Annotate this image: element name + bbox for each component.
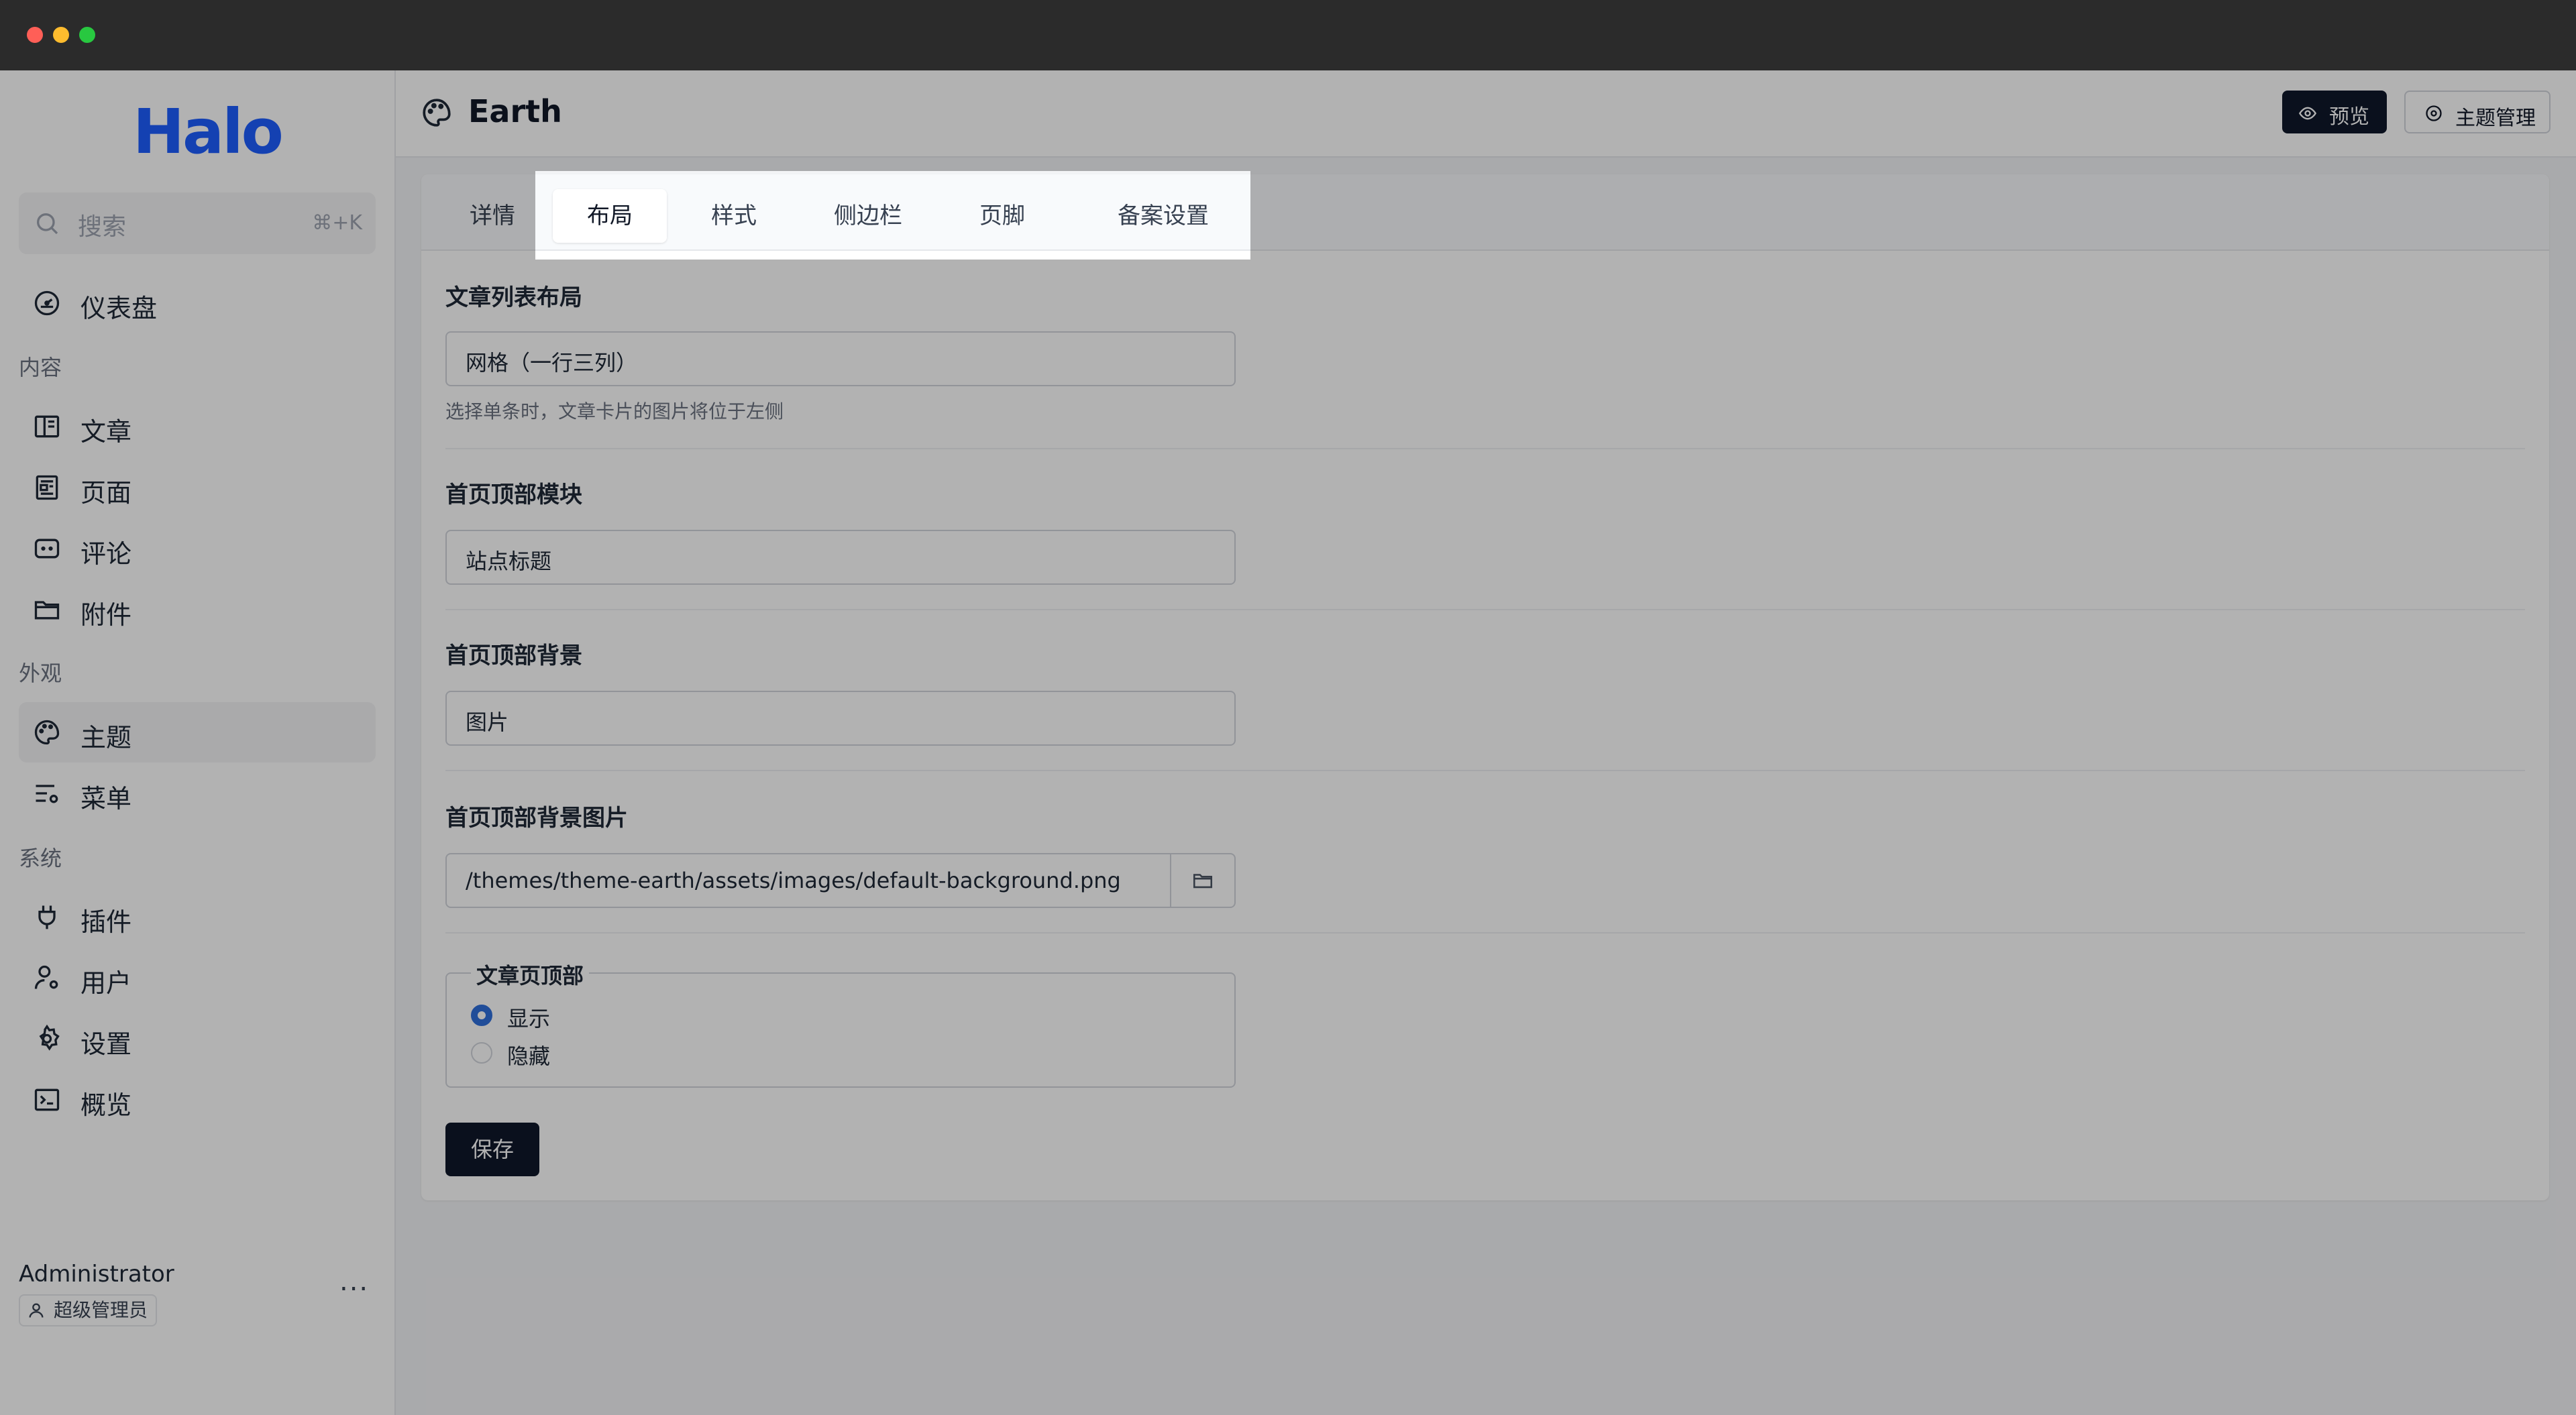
- tab-footer[interactable]: 页脚: [955, 189, 1049, 243]
- window-titlebar: [0, 0, 2576, 70]
- overlay-left: [0, 171, 535, 260]
- overlay-bottom: [0, 260, 2576, 1415]
- tab-style[interactable]: 样式: [687, 189, 781, 243]
- tab-sidebar[interactable]: 侧边栏: [821, 189, 915, 243]
- overlay-right: [1250, 171, 2576, 260]
- tab-icp-settings[interactable]: 备案设置: [1089, 189, 1237, 243]
- app-window: Halo 搜索 ⌘+K 仪表盘 内容 文章 页面 评论 附件 外观 主题 菜单 …: [0, 0, 2576, 1415]
- close-window-button[interactable]: [27, 27, 43, 43]
- tab-layout[interactable]: 布局: [553, 189, 667, 243]
- maximize-window-button[interactable]: [79, 27, 95, 43]
- minimize-window-button[interactable]: [53, 27, 69, 43]
- overlay-top: [0, 70, 2576, 171]
